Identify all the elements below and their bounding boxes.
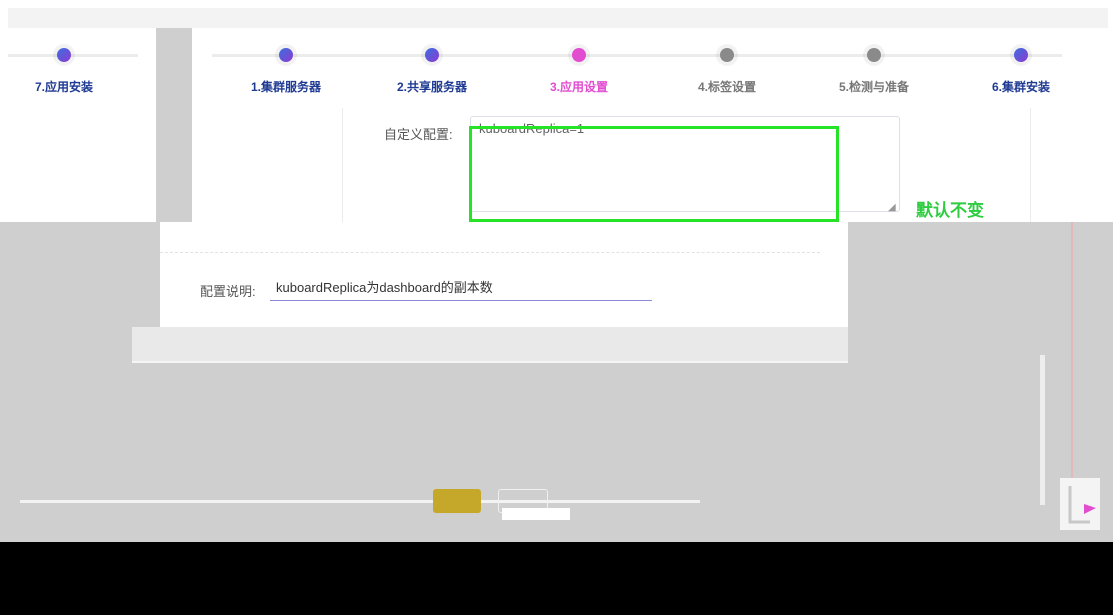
scrollbar[interactable] xyxy=(1040,355,1045,505)
step-dot-icon xyxy=(425,48,439,62)
description-label: 配置说明: xyxy=(200,284,256,299)
step-dot-icon xyxy=(572,48,586,62)
dashed-divider xyxy=(160,252,820,253)
toolbar-fragment xyxy=(502,508,570,520)
toolbar-divider xyxy=(20,500,700,503)
confirm-button[interactable] xyxy=(433,489,481,513)
column-divider xyxy=(1030,108,1031,222)
step-label: 6.集群安装 xyxy=(991,80,1050,94)
resize-grip-icon[interactable]: ◢ xyxy=(888,202,896,213)
config-description-card xyxy=(160,222,848,327)
left-divider xyxy=(156,28,192,222)
step-3[interactable]: 3.应用设置 xyxy=(519,48,639,95)
card-footer-shadow xyxy=(132,327,848,363)
step-4[interactable]: 4.标签设置 xyxy=(667,48,787,95)
step-6[interactable]: 6.集群安装 xyxy=(961,48,1081,95)
step-label: 3.应用设置 xyxy=(549,80,608,94)
bottom-black-area xyxy=(0,542,1113,615)
step-7[interactable]: 7.应用安装 xyxy=(4,48,124,95)
annotation-note: 默认不变 xyxy=(916,201,984,220)
step-dot-icon xyxy=(57,48,71,62)
step-dot-icon xyxy=(867,48,881,62)
header-bar xyxy=(8,8,1108,28)
step-label: 5.检测与准备 xyxy=(838,80,909,94)
step-dot-icon xyxy=(1014,48,1028,62)
step-1[interactable]: 1.集群服务器 xyxy=(226,48,346,95)
top-strip xyxy=(0,0,1113,8)
step-label: 4.标签设置 xyxy=(697,80,756,94)
annotation-highlight-box xyxy=(469,126,839,222)
step-dot-icon xyxy=(279,48,293,62)
custom-config-label: 自定义配置: xyxy=(384,127,453,142)
description-input[interactable]: kuboardReplica为dashboard的副本数 xyxy=(270,276,652,301)
column-divider xyxy=(342,108,343,222)
right-border-line xyxy=(1071,222,1073,492)
step-label: 2.共享服务器 xyxy=(396,80,467,94)
step-dot-icon xyxy=(720,48,734,62)
step-label: 1.集群服务器 xyxy=(250,80,321,94)
step-2[interactable]: 2.共享服务器 xyxy=(372,48,492,95)
corner-logo-icon xyxy=(1060,478,1100,530)
left-steps-card: 7.应用安装 xyxy=(8,28,156,222)
step-5[interactable]: 5.检测与准备 xyxy=(814,48,934,95)
step-label: 7.应用安装 xyxy=(34,80,93,94)
